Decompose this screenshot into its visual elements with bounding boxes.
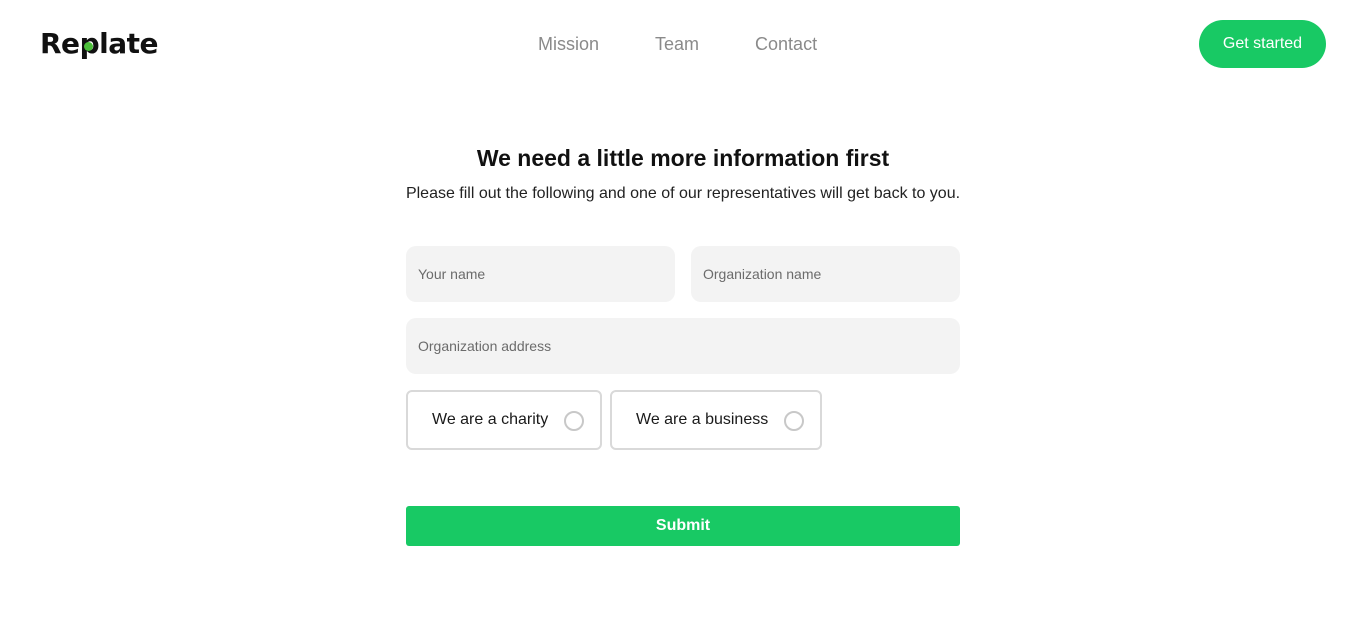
business-radio-icon[interactable]: [784, 411, 804, 431]
nav-link-team[interactable]: Team: [655, 33, 699, 55]
organization-name-input[interactable]: [691, 246, 960, 302]
logo-text-start: Re: [40, 27, 80, 60]
charity-option-label: We are a charity: [432, 411, 549, 428]
site-header: Replate Mission Team Contact Get started: [0, 0, 1366, 88]
form-subtitle: Please fill out the following and one of…: [405, 185, 961, 202]
charity-option[interactable]: We are a charity: [406, 390, 602, 450]
get-started-button[interactable]: Get started: [1199, 20, 1326, 68]
form-title: We need a little more information first: [476, 145, 890, 171]
logo-letter-p: p: [80, 26, 100, 62]
logo-text-end: late: [99, 27, 158, 60]
charity-radio-icon[interactable]: [564, 411, 584, 431]
replate-logo[interactable]: Replate: [40, 26, 158, 62]
your-name-input[interactable]: [406, 246, 675, 302]
organization-address-input[interactable]: [406, 318, 960, 374]
logo-dot-icon: [83, 42, 93, 51]
submit-button[interactable]: Submit: [406, 506, 960, 546]
nav-link-mission[interactable]: Mission: [538, 33, 599, 55]
business-option-label: We are a business: [636, 411, 769, 428]
nav-link-contact[interactable]: Contact: [755, 33, 817, 55]
main-nav: Mission Team Contact: [538, 33, 817, 55]
business-option[interactable]: We are a business: [610, 390, 822, 450]
